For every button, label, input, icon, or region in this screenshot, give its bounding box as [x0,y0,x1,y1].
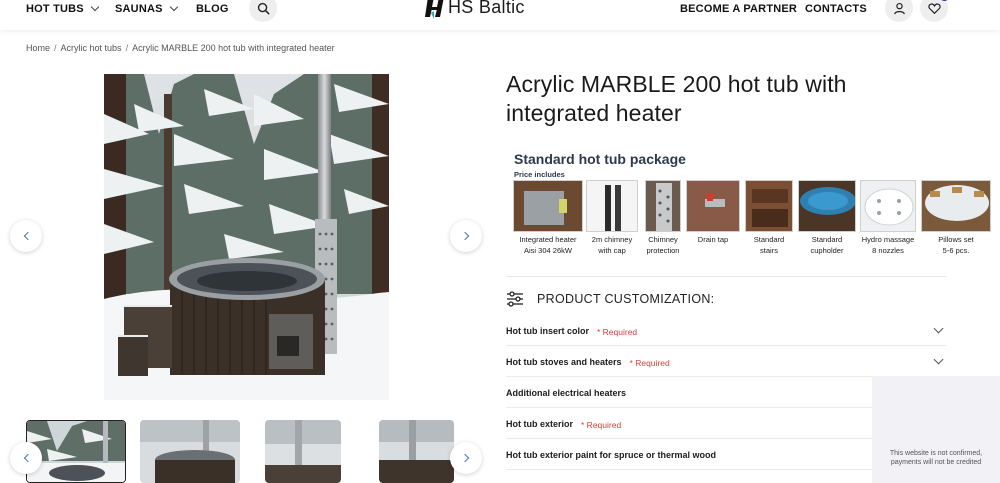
option-insert-color[interactable]: Hot tub insert color * Required [506,315,946,346]
option-label: Hot tub exterior paint for spruce or the… [506,449,717,460]
package-item-label: Pillows set 5-6 pcs. [938,235,974,255]
package-item-label: Hydro massage 8 nozzles [861,235,915,255]
heart-icon [927,2,941,14]
package-item-chimney: 2m chimney with cap [586,180,638,256]
breadcrumb-separator: / [125,43,129,53]
chevron-left-icon [23,453,32,463]
chevron-right-icon [460,453,469,463]
customization-header: PRODUCT CUSTOMIZATION: [506,291,714,307]
option-label: Hot tub exterior [506,418,574,429]
option-stoves-heaters[interactable]: Hot tub stoves and heaters * Required [506,346,946,377]
logo-mark-icon [425,0,444,19]
thumbnail-4[interactable] [379,420,454,483]
chevron-right-icon [460,231,469,241]
wishlist-count-badge [940,0,949,1]
site-logo[interactable]: HS Baltic [425,0,525,20]
required-marker: * Required [581,419,622,430]
search-icon [257,2,269,14]
package-item-label: Standard stairs [753,235,785,255]
nav-blog-label: BLOG [196,3,229,15]
customization-heading: PRODUCT CUSTOMIZATION: [537,292,715,306]
notice-line-2: payments will not be credited [890,459,982,466]
breadcrumb-home[interactable]: Home [26,43,50,53]
site-header: HOT TUBS SAUNAS BLOG HS Baltic BECOME A … [0,0,1000,30]
package-item-label: Drain tap [697,235,729,244]
package-item-cupholder: Standard cupholder [798,180,856,256]
breadcrumb-category[interactable]: Acrylic hot tubs [61,43,122,53]
thumbnail-snow-tub-image [27,421,125,482]
package-item-drain-tap: Drain tap [686,180,740,245]
thumbnails-next-button[interactable] [450,442,482,474]
account-button[interactable] [885,0,913,22]
chevron-down-icon [933,323,944,334]
hot-tub-snow-photo [104,74,389,400]
thumbnails-prev-button[interactable] [10,442,42,474]
nav-contacts-label: CONTACTS [805,3,867,15]
package-item-label: Integrated heater Aisi 304 26kW [519,235,577,255]
package-item-label: Standard cupholder [810,235,844,255]
section-divider [506,276,946,277]
nav-become-partner-label: BECOME A PARTNER [680,3,798,15]
unconfirmed-site-notice: This website is not confirmed, payments … [872,376,1000,483]
package-item-chimney-protection: Chimney protection [645,180,681,256]
package-title: Standard hot tub package [514,151,686,167]
image-prev-button[interactable] [10,220,42,252]
notice-line-1: This website is not confirmed, [889,450,983,457]
user-icon [893,2,905,14]
package-item-image [798,180,856,232]
required-marker: * Required [597,326,638,337]
package-subtitle: Price includes [514,170,565,179]
nav-saunas[interactable]: SAUNAS [115,2,178,15]
package-item-image [686,180,740,232]
nav-contacts[interactable]: CONTACTS [805,3,867,15]
package-item-image [745,180,793,232]
required-marker: * Required [629,357,670,368]
thumbnail-2[interactable] [140,420,240,483]
thumbnail-3[interactable] [265,420,341,483]
sliders-icon [507,291,523,307]
package-item-hydro-massage: Hydro massage 8 nozzles [860,180,916,256]
image-next-button[interactable] [450,220,482,252]
package-item-image [645,180,681,232]
package-item-image [586,180,638,232]
package-item-label: 2m chimney with cap [591,235,633,255]
package-item-image [513,180,583,232]
nav-hot-tubs[interactable]: HOT TUBS [26,2,100,15]
chevron-down-icon [169,2,178,12]
option-label: Hot tub stoves and heaters [506,356,622,367]
nav-hot-tubs-label: HOT TUBS [26,3,84,15]
logo-text: HS Baltic [448,0,525,17]
breadcrumb: Home / Acrylic hot tubs / Acrylic MARBLE… [26,43,335,53]
nav-blog[interactable]: BLOG [196,3,229,15]
thumbnail-heater-image [379,420,454,483]
package-item-image [860,180,916,232]
package-item-pillows: Pillows set 5-6 pcs. [921,180,991,256]
chevron-down-icon [90,2,100,12]
package-item-integrated-heater: Integrated heater Aisi 304 26kW [513,180,583,256]
package-item-stairs: Standard stairs [745,180,793,256]
package-item-label: Chimney protection [646,235,680,255]
main-product-image[interactable] [104,74,389,400]
thumbnail-chimney-image [265,420,341,483]
search-button[interactable] [249,0,277,22]
breadcrumb-separator: / [54,43,57,53]
option-label: Additional electrical heaters [506,387,627,398]
product-title: Acrylic MARBLE 200 hot tub with integrat… [506,71,847,126]
chevron-down-icon [933,354,944,365]
package-item-image [921,180,991,232]
wishlist-button[interactable] [920,0,949,22]
option-label: Hot tub insert color [506,325,589,336]
thumbnail-warehouse-tub-image [140,420,240,483]
nav-saunas-label: SAUNAS [115,3,163,15]
nav-become-partner[interactable]: BECOME A PARTNER [680,3,797,15]
breadcrumb-current: Acrylic MARBLE 200 hot tub with integrat… [132,43,335,53]
chevron-left-icon [23,231,32,241]
